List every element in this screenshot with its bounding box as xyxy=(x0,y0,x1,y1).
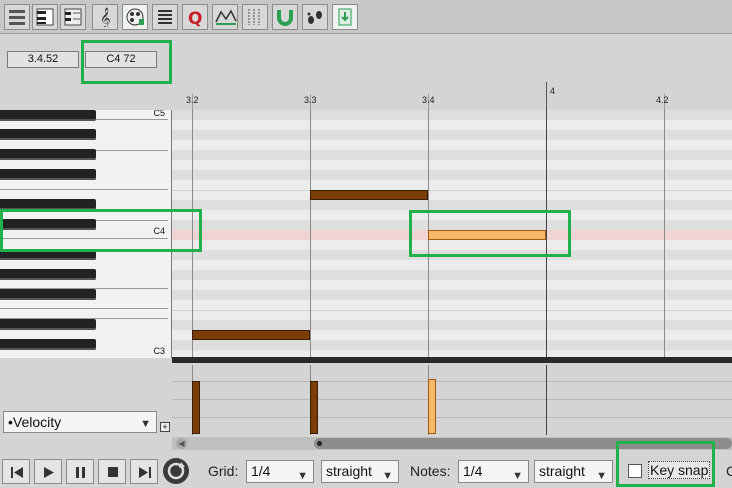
grid-lines-icon[interactable] xyxy=(242,4,268,30)
highlight-box xyxy=(616,441,715,487)
lane-gridline xyxy=(172,399,732,400)
black-key-row xyxy=(172,110,732,120)
note-length-dropdown[interactable]: 1/4 ▼ xyxy=(458,460,529,483)
black-key-row xyxy=(172,200,732,210)
toolbar: 𝄞 Q xyxy=(0,0,732,34)
pause-button[interactable] xyxy=(66,459,94,484)
velocity-bar[interactable] xyxy=(310,381,318,434)
black-key-row xyxy=(172,340,732,350)
ruler-label: 4 xyxy=(550,86,556,96)
loop-icon xyxy=(167,462,185,480)
chevron-down-icon: ▼ xyxy=(512,470,523,482)
black-key[interactable] xyxy=(0,110,96,121)
black-key-row xyxy=(172,170,732,180)
ruler-label: 3.2 xyxy=(186,95,199,105)
beat-line xyxy=(664,110,665,358)
lane-type-value: •Velocity xyxy=(8,414,62,430)
chevron-down-icon: ▼ xyxy=(382,470,393,482)
grid-label: Grid: xyxy=(208,463,239,479)
step-input-icon[interactable] xyxy=(302,4,328,30)
black-key-row xyxy=(172,320,732,330)
black-key[interactable] xyxy=(0,269,96,280)
velocity-lane[interactable] xyxy=(172,365,732,435)
named-notes-view-icon[interactable] xyxy=(60,4,86,30)
highlight-box xyxy=(81,40,172,84)
piano-roll-view-icon[interactable] xyxy=(32,4,58,30)
grid-mode-value: straight xyxy=(326,463,372,479)
chevron-down-icon: ▼ xyxy=(297,470,308,482)
position-time-display: 3.4.52 xyxy=(7,51,79,68)
grid-divider-bar[interactable] xyxy=(172,357,732,363)
go-to-end-button[interactable] xyxy=(130,459,158,484)
ruler-tick-measure xyxy=(546,82,547,110)
velocity-bar[interactable] xyxy=(192,381,200,434)
treble-clef-icon[interactable]: 𝄞 xyxy=(92,4,118,30)
timeline-ruler[interactable]: 3.2 3.3 3.4 4 4.2 xyxy=(172,82,732,110)
note-length-value: 1/4 xyxy=(463,463,483,479)
black-key[interactable] xyxy=(0,149,96,160)
notes-label: Notes: xyxy=(410,463,451,479)
stop-button[interactable] xyxy=(98,459,126,484)
lane-type-dropdown[interactable]: •Velocity ▼ xyxy=(3,411,157,433)
grid-mode-dropdown[interactable]: straight ▼ xyxy=(321,460,399,483)
stop-icon xyxy=(108,467,118,477)
octave-line xyxy=(172,190,732,191)
measure-line xyxy=(546,365,547,435)
skip-back-icon xyxy=(11,467,23,478)
pause-icon xyxy=(76,467,85,478)
midi-input-icon[interactable] xyxy=(332,4,358,30)
editor-view-icon[interactable] xyxy=(4,4,30,30)
svg-text:𝄞: 𝄞 xyxy=(100,8,111,27)
lane-gridline xyxy=(172,417,732,418)
grid-division-dropdown[interactable]: 1/4 ▼ xyxy=(246,460,314,483)
black-key[interactable] xyxy=(0,339,96,350)
midi-note[interactable] xyxy=(192,330,310,340)
black-key-row xyxy=(172,270,732,280)
loop-button[interactable] xyxy=(163,458,189,484)
highlight-box xyxy=(409,210,571,257)
magnet-snap-icon[interactable] xyxy=(272,4,298,30)
play-button[interactable] xyxy=(34,459,62,484)
ruler-label: 3.3 xyxy=(304,95,317,105)
truncated-label: C xyxy=(726,463,732,479)
note-mode-dropdown[interactable]: straight ▼ xyxy=(534,460,613,483)
black-key-row xyxy=(172,150,732,160)
event-list-icon[interactable] xyxy=(152,4,178,30)
quantize-icon[interactable]: Q xyxy=(182,4,208,30)
chevron-down-icon: ▼ xyxy=(140,418,151,430)
cc-curve-icon[interactable] xyxy=(212,4,238,30)
white-key-divider xyxy=(0,189,168,190)
note-mode-value: straight xyxy=(539,463,585,479)
color-palette-icon[interactable] xyxy=(122,4,148,30)
play-icon xyxy=(44,467,54,478)
chevron-down-icon: ▼ xyxy=(596,470,607,482)
ruler-label: 4.2 xyxy=(656,95,669,105)
octave-line xyxy=(172,310,732,311)
black-key-row xyxy=(172,130,732,140)
scroll-left-icon[interactable]: ◀ xyxy=(176,438,187,449)
midi-note[interactable] xyxy=(310,190,428,200)
black-key[interactable] xyxy=(0,319,96,330)
black-key-row xyxy=(172,290,732,300)
velocity-bar-selected[interactable] xyxy=(428,379,436,434)
key-label-c5: C5 xyxy=(153,110,165,118)
skip-forward-icon xyxy=(139,467,151,478)
key-label-c3: C3 xyxy=(153,346,165,356)
add-lane-button[interactable]: + xyxy=(160,422,170,432)
lane-gridline xyxy=(172,381,732,382)
go-to-start-button[interactable] xyxy=(2,459,30,484)
white-key-divider xyxy=(0,308,168,309)
scroll-grip-icon xyxy=(317,441,322,446)
ruler-label: 3.4 xyxy=(422,95,435,105)
black-key[interactable] xyxy=(0,129,96,140)
grid-division-value: 1/4 xyxy=(251,463,271,479)
black-key[interactable] xyxy=(0,169,96,180)
svg-text:Q: Q xyxy=(188,9,202,27)
beat-line xyxy=(310,110,311,358)
highlight-box xyxy=(0,209,202,252)
black-key[interactable] xyxy=(0,289,96,300)
